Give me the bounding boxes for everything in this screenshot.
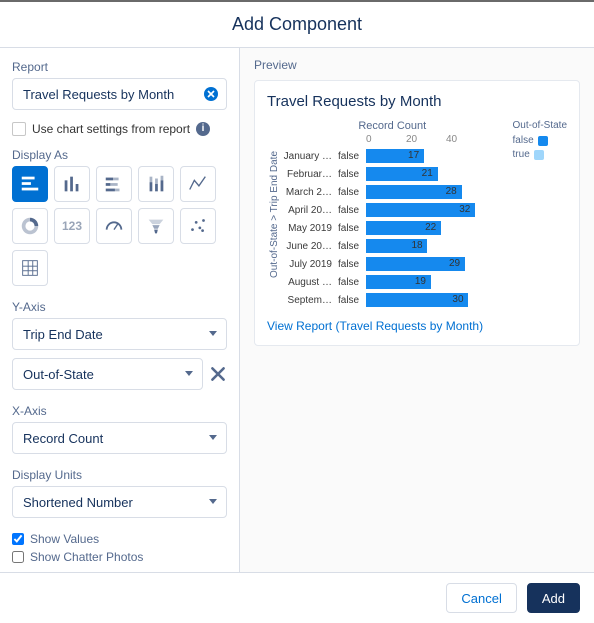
display-as-label: Display As bbox=[12, 148, 227, 162]
bar-category: August … bbox=[282, 277, 336, 288]
show-chatter-label: Show Chatter Photos bbox=[30, 550, 143, 564]
bar-track: 22 bbox=[366, 221, 503, 235]
bar-row: August …false 19 bbox=[282, 273, 503, 291]
display-units-select[interactable]: Shortened Number bbox=[12, 486, 227, 518]
bar-row: Septem…false 30 bbox=[282, 291, 503, 309]
bar-category: March 2… bbox=[282, 187, 336, 198]
display-units-label: Display Units bbox=[12, 468, 227, 482]
bar-row: June 20…false 18 bbox=[282, 237, 503, 255]
bar-track: 29 bbox=[366, 257, 503, 271]
use-chart-settings-checkbox[interactable] bbox=[12, 122, 26, 136]
chart-type-vbar[interactable] bbox=[54, 166, 90, 202]
show-chatter-row[interactable]: Show Chatter Photos bbox=[12, 550, 227, 564]
legend: Out-of-State false true bbox=[513, 120, 567, 309]
preview-panel: Preview Travel Requests by Month Out-of-… bbox=[240, 48, 594, 572]
bar-category: April 20… bbox=[282, 205, 336, 216]
cancel-button[interactable]: Cancel bbox=[446, 583, 516, 613]
bar-row: April 20…false 32 bbox=[282, 201, 503, 219]
y-axis-1-select[interactable]: Trip End Date bbox=[12, 318, 227, 350]
chart-bars: January …false17Februar…false21March 2…f… bbox=[282, 147, 503, 309]
add-button[interactable]: Add bbox=[527, 583, 580, 613]
preview-card: Travel Requests by Month Out-of-State > … bbox=[254, 80, 580, 346]
bar-subcategory: false bbox=[336, 259, 366, 270]
bar-value: 21 bbox=[422, 167, 433, 181]
bar-subcategory: false bbox=[336, 295, 366, 306]
chart-type-hbar[interactable] bbox=[12, 166, 48, 202]
show-values-row[interactable]: Show Values bbox=[12, 532, 227, 546]
bar-category: January … bbox=[282, 151, 336, 162]
y-axis-2-select[interactable]: Out-of-State bbox=[12, 358, 203, 390]
config-panel: Report Use chart settings from report i … bbox=[0, 48, 240, 572]
report-label: Report bbox=[12, 60, 227, 74]
chart-type-stacked-hbar[interactable] bbox=[96, 166, 132, 202]
modal-title: Add Component bbox=[0, 14, 594, 35]
bar-row: Februar…false 21 bbox=[282, 165, 503, 183]
bar-track: 19 bbox=[366, 275, 503, 289]
bar-track: 21 bbox=[366, 167, 503, 181]
bar-row: January …false 17 bbox=[282, 147, 503, 165]
modal-footer: Cancel Add bbox=[0, 572, 594, 623]
preview-label: Preview bbox=[254, 58, 580, 72]
chart-type-donut[interactable] bbox=[12, 208, 48, 244]
chart-type-metric[interactable]: 123 bbox=[54, 208, 90, 244]
bar-value: 22 bbox=[425, 221, 436, 235]
view-report-link[interactable]: View Report (Travel Requests by Month) bbox=[267, 319, 483, 333]
bar-subcategory: false bbox=[336, 241, 366, 252]
bar-track: 17 bbox=[366, 149, 503, 163]
show-values-checkbox[interactable] bbox=[12, 533, 24, 545]
show-chatter-checkbox[interactable] bbox=[12, 551, 24, 563]
bar-track: 18 bbox=[366, 239, 503, 253]
bar-subcategory: false bbox=[336, 187, 366, 198]
y-axis-label: Y-Axis bbox=[12, 300, 227, 314]
bar-category: Februar… bbox=[282, 169, 336, 180]
x-axis-label: X-Axis bbox=[12, 404, 227, 418]
bar-category: Septem… bbox=[282, 295, 336, 306]
y-axis-title: Out-of-State > Trip End Date bbox=[267, 120, 282, 309]
chart-type-line[interactable] bbox=[180, 166, 216, 202]
bar-value: 29 bbox=[449, 257, 460, 271]
legend-item-true: true bbox=[513, 149, 567, 160]
bar-track: 32 bbox=[366, 203, 503, 217]
bar-subcategory: false bbox=[336, 277, 366, 288]
bar-row: March 2…false 28 bbox=[282, 183, 503, 201]
bar-value: 30 bbox=[452, 293, 463, 307]
chart-type-stacked-vbar[interactable] bbox=[138, 166, 174, 202]
clear-icon[interactable] bbox=[203, 86, 219, 102]
x-ticks: 0 20 40 bbox=[366, 134, 503, 145]
bar-value: 19 bbox=[415, 275, 426, 289]
use-chart-settings-label: Use chart settings from report bbox=[32, 122, 190, 136]
x-axis-select[interactable]: Record Count bbox=[12, 422, 227, 454]
info-icon[interactable]: i bbox=[196, 122, 210, 136]
chart-type-grid: 123 bbox=[12, 166, 227, 286]
chart-type-scatter[interactable] bbox=[180, 208, 216, 244]
bar-value: 18 bbox=[411, 239, 422, 253]
report-lookup[interactable] bbox=[12, 78, 227, 110]
bar-value: 32 bbox=[459, 203, 470, 217]
remove-y2-icon[interactable] bbox=[209, 365, 227, 383]
legend-title: Out-of-State bbox=[513, 120, 567, 131]
bar-row: May 2019false 22 bbox=[282, 219, 503, 237]
bar-row: July 2019false 29 bbox=[282, 255, 503, 273]
bar-category: May 2019 bbox=[282, 223, 336, 234]
chart-type-table[interactable] bbox=[12, 250, 48, 286]
bar-subcategory: false bbox=[336, 205, 366, 216]
bar-track: 30 bbox=[366, 293, 503, 307]
chart-type-funnel[interactable] bbox=[138, 208, 174, 244]
bar-category: June 20… bbox=[282, 241, 336, 252]
chart-type-gauge[interactable] bbox=[96, 208, 132, 244]
chart-title: Travel Requests by Month bbox=[267, 93, 567, 110]
bar-subcategory: false bbox=[336, 169, 366, 180]
show-values-label: Show Values bbox=[30, 532, 99, 546]
bar-subcategory: false bbox=[336, 223, 366, 234]
bar-value: 28 bbox=[446, 185, 457, 199]
x-axis-title: Record Count bbox=[282, 120, 503, 132]
legend-item-false: false bbox=[513, 135, 567, 146]
bar-subcategory: false bbox=[336, 151, 366, 162]
bar-value: 17 bbox=[408, 149, 419, 163]
modal-header: Add Component bbox=[0, 0, 594, 48]
bar-category: July 2019 bbox=[282, 259, 336, 270]
bar-track: 28 bbox=[366, 185, 503, 199]
